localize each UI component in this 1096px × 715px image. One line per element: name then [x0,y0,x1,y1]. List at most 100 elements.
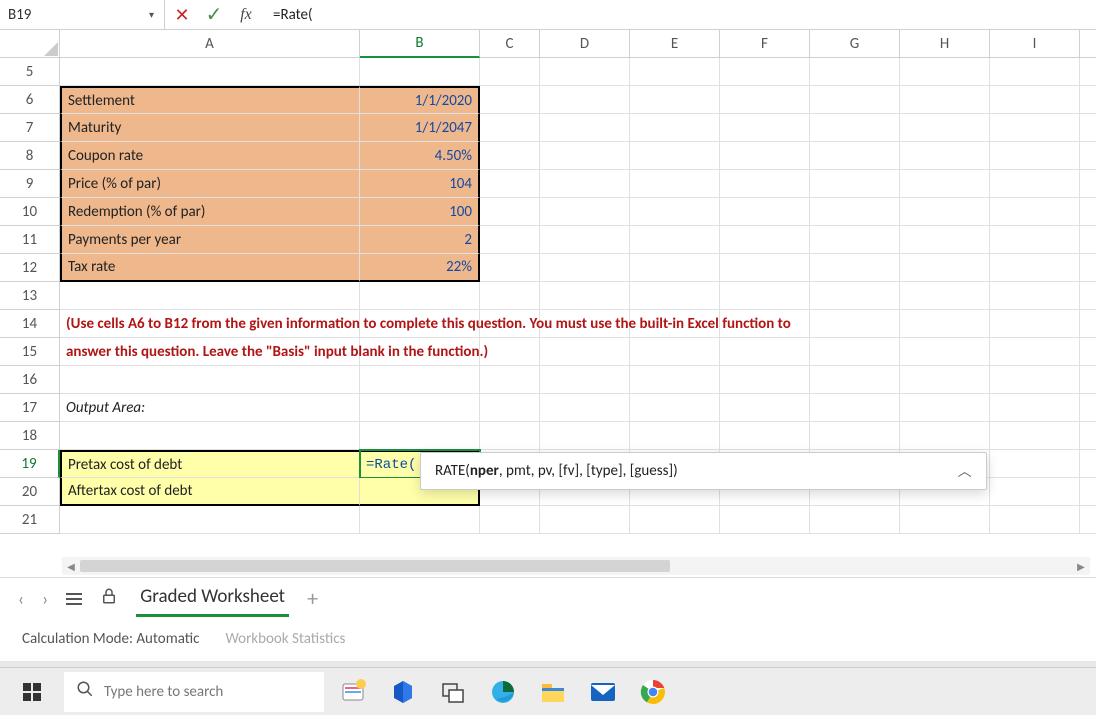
cell-F13[interactable] [720,282,810,310]
cell-I18[interactable] [990,422,1080,450]
enter-icon[interactable]: ✓ [203,2,225,27]
cell-I9[interactable] [990,170,1080,198]
cell-A19[interactable]: Pretax cost of debt [60,450,360,478]
cell-C17[interactable] [480,394,540,422]
col-header-A[interactable]: A [60,30,360,58]
taskbar-task-view-icon[interactable] [432,672,474,712]
cell-D18[interactable] [540,422,630,450]
cell-F5[interactable] [720,58,810,86]
cell-J11[interactable] [1080,226,1096,254]
row-header-13[interactable]: 13 [0,282,60,310]
taskbar-edge-icon[interactable] [482,672,524,712]
col-header-I[interactable]: I [990,30,1080,58]
cell-C5[interactable] [480,58,540,86]
scroll-right-icon[interactable]: ▶ [1072,557,1090,575]
cell-B17[interactable] [360,394,480,422]
cell-D5[interactable] [540,58,630,86]
cell-H18[interactable] [900,422,990,450]
cell-H7[interactable] [900,114,990,142]
all-sheets-icon[interactable] [66,593,82,605]
cell-F9[interactable] [720,170,810,198]
cell-J9[interactable] [1080,170,1096,198]
cell-I13[interactable] [990,282,1080,310]
col-header-H[interactable]: H [900,30,990,58]
row-header-14[interactable]: 14 [0,310,60,338]
row-header-20[interactable]: 20 [0,478,60,506]
cell-A8[interactable]: Coupon rate [60,142,360,170]
sheet-tab-active[interactable]: Graded Worksheet [136,581,289,617]
cell-J14[interactable] [1080,310,1096,338]
chevron-down-icon[interactable]: ▾ [149,8,154,21]
scroll-track[interactable] [80,560,1072,572]
cell-A18[interactable] [60,422,360,450]
cell-I8[interactable] [990,142,1080,170]
cell-C8[interactable] [480,142,540,170]
scroll-left-icon[interactable]: ◀ [62,557,80,575]
row-header-10[interactable]: 10 [0,198,60,226]
cell-B18[interactable] [360,422,480,450]
cell-G6[interactable] [810,86,900,114]
cell-F11[interactable] [720,226,810,254]
cell-H6[interactable] [900,86,990,114]
cell-A16[interactable] [60,366,360,394]
cell-F10[interactable] [720,198,810,226]
cell-G15[interactable] [810,338,900,366]
cell-B12[interactable]: 22% [360,254,480,282]
cell-B11[interactable]: 2 [360,226,480,254]
cell-G10[interactable] [810,198,900,226]
cell-J12[interactable] [1080,254,1096,282]
cell-D21[interactable] [540,506,630,534]
cell-A20[interactable]: Aftertax cost of debt [60,478,360,506]
cell-I16[interactable] [990,366,1080,394]
cell-H12[interactable] [900,254,990,282]
cell-F6[interactable] [720,86,810,114]
row-header-19[interactable]: 19 [0,450,60,478]
cell-I19[interactable] [990,450,1080,478]
cell-J21[interactable] [1080,506,1096,534]
cell-C15[interactable] [480,338,540,366]
cell-D8[interactable] [540,142,630,170]
row-header-5[interactable]: 5 [0,58,60,86]
cell-E11[interactable] [630,226,720,254]
row-header-8[interactable]: 8 [0,142,60,170]
cell-D13[interactable] [540,282,630,310]
cell-G13[interactable] [810,282,900,310]
taskbar-mail-icon[interactable] [582,672,624,712]
cell-H9[interactable] [900,170,990,198]
formula-input[interactable]: =Rate( [263,6,1096,24]
cell-A5[interactable] [60,58,360,86]
cell-C7[interactable] [480,114,540,142]
cell-H13[interactable] [900,282,990,310]
cell-D15[interactable] [540,338,630,366]
cell-A17[interactable]: Output Area: [60,394,360,422]
cell-I17[interactable] [990,394,1080,422]
cell-H14[interactable] [900,310,990,338]
select-all-corner[interactable] [0,30,60,58]
cell-E12[interactable] [630,254,720,282]
cell-I21[interactable] [990,506,1080,534]
cell-E10[interactable] [630,198,720,226]
cell-E13[interactable] [630,282,720,310]
cell-D16[interactable] [540,366,630,394]
cell-J5[interactable] [1080,58,1096,86]
cell-H11[interactable] [900,226,990,254]
cell-J19[interactable] [1080,450,1096,478]
row-header-18[interactable]: 18 [0,422,60,450]
cell-A21[interactable] [60,506,360,534]
taskbar-search[interactable]: Type here to search [64,672,324,712]
cell-A13[interactable] [60,282,360,310]
cell-D11[interactable] [540,226,630,254]
cell-G17[interactable] [810,394,900,422]
cell-B9[interactable]: 104 [360,170,480,198]
cell-F21[interactable] [720,506,810,534]
cell-E18[interactable] [630,422,720,450]
cell-I14[interactable] [990,310,1080,338]
cell-F12[interactable] [720,254,810,282]
row-header-17[interactable]: 17 [0,394,60,422]
row-header-15[interactable]: 15 [0,338,60,366]
col-header-E[interactable]: E [630,30,720,58]
scroll-thumb[interactable] [80,560,670,572]
row-header-11[interactable]: 11 [0,226,60,254]
chevron-up-icon[interactable]: ︿ [958,461,972,481]
taskbar-chrome-icon[interactable] [632,672,674,712]
